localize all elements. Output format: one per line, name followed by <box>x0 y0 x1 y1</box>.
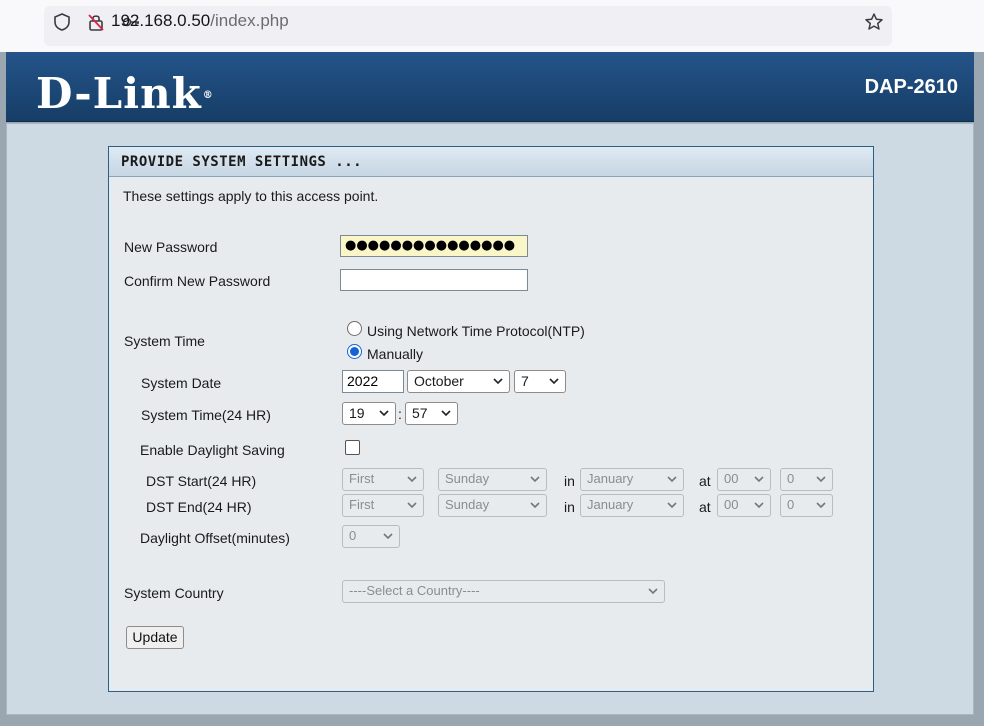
chevron-down-icon <box>441 410 451 417</box>
dst-start-weekday-value: Sunday <box>445 471 490 486</box>
daylight-saving-checkbox[interactable] <box>345 440 360 455</box>
system-time-label: System Time <box>124 333 205 349</box>
dst-start-week-select[interactable]: First <box>342 468 424 491</box>
dst-end-minute-value: 0 <box>787 497 795 512</box>
dst-start-month-select[interactable]: January <box>580 468 684 491</box>
dst-start-month-value: January <box>587 471 634 486</box>
new-password-label: New Password <box>124 239 218 255</box>
confirm-password-input[interactable] <box>340 269 528 291</box>
dst-end-minute-select[interactable]: 0 <box>780 494 833 517</box>
dst-end-week-value: First <box>349 497 375 512</box>
lock-crossed-icon[interactable] <box>86 12 106 32</box>
day-value: 7 <box>521 373 529 389</box>
dst-start-weekday-select[interactable]: Sunday <box>438 468 547 491</box>
chevron-down-icon <box>407 476 417 483</box>
chevron-down-icon <box>530 476 540 483</box>
month-select[interactable]: October <box>407 370 510 393</box>
intro-text: These settings apply to this access poin… <box>123 188 379 204</box>
dst-start-week-value: First <box>349 471 375 486</box>
year-input[interactable]: 2022 <box>342 370 404 393</box>
browser-toolbar: 192.168.0.50/index.php <box>0 0 984 52</box>
dst-end-label: DST End(24 HR) <box>146 499 252 515</box>
country-select[interactable]: ----Select a Country---- <box>342 580 665 603</box>
dst-end-hour-value: 00 <box>724 497 739 512</box>
dst-end-hour-select[interactable]: 00 <box>717 494 771 517</box>
daylight-offset-value: 0 <box>349 528 357 543</box>
chevron-down-icon <box>754 502 764 509</box>
shield-icon[interactable] <box>52 12 72 32</box>
model-name: DAP-2610 <box>864 76 958 98</box>
new-password-input[interactable]: ●●●●●●●●●●●●●●● <box>340 235 528 257</box>
dst-start-hour-select[interactable]: 00 <box>717 468 771 491</box>
dst-start-hour-value: 00 <box>724 471 739 486</box>
dst-end-month-select[interactable]: January <box>580 494 684 517</box>
header-banner: D-Link® DAP-2610 <box>6 52 974 122</box>
url-text[interactable]: 192.168.0.50/index.php <box>111 10 289 32</box>
chevron-down-icon <box>383 533 393 540</box>
panel-title: PROVIDE SYSTEM SETTINGS ... <box>109 147 873 177</box>
ntp-label: Using Network Time Protocol(NTP) <box>367 323 585 339</box>
chevron-down-icon <box>648 588 658 595</box>
chevron-down-icon <box>493 378 503 385</box>
dst-end-week-select[interactable]: First <box>342 494 424 517</box>
confirm-password-label: Confirm New Password <box>124 273 271 289</box>
chevron-down-icon <box>667 502 677 509</box>
dst-start-in-label: in <box>564 473 575 489</box>
minute-value: 57 <box>412 405 428 421</box>
settings-panel: PROVIDE SYSTEM SETTINGS ... These settin… <box>108 146 874 692</box>
daylight-offset-label: Daylight Offset(minutes) <box>140 530 290 546</box>
daylight-offset-select[interactable]: 0 <box>342 525 400 548</box>
dst-start-minute-value: 0 <box>787 471 795 486</box>
day-select[interactable]: 7 <box>514 370 566 393</box>
dst-end-weekday-value: Sunday <box>445 497 490 512</box>
dlink-logo: D-Link® <box>36 69 214 118</box>
dst-end-weekday-select[interactable]: Sunday <box>438 494 547 517</box>
chevron-down-icon <box>407 502 417 509</box>
system-date-label: System Date <box>141 375 222 391</box>
month-value: October <box>414 373 464 389</box>
chevron-down-icon <box>530 502 540 509</box>
chevron-down-icon <box>667 476 677 483</box>
star-icon[interactable] <box>864 12 884 32</box>
system-time-24-label: System Time(24 HR) <box>141 407 271 423</box>
chevron-down-icon <box>754 476 764 483</box>
manual-label: Manually <box>367 346 424 362</box>
time-separator: : <box>398 406 402 422</box>
dst-start-at-label: at <box>699 473 711 489</box>
chevron-down-icon <box>549 378 559 385</box>
hour-value: 19 <box>349 405 365 421</box>
minute-select[interactable]: 57 <box>405 402 458 425</box>
page: D-Link® DAP-2610 PROVIDE SYSTEM SETTINGS… <box>0 52 984 726</box>
dst-end-month-value: January <box>587 497 634 512</box>
chevron-down-icon <box>379 410 389 417</box>
content-area: PROVIDE SYSTEM SETTINGS ... These settin… <box>6 123 974 715</box>
ntp-radio[interactable] <box>347 321 362 336</box>
update-button[interactable]: Update <box>126 626 184 649</box>
hour-select[interactable]: 19 <box>342 402 396 425</box>
dst-start-minute-select[interactable]: 0 <box>780 468 833 491</box>
country-value: ----Select a Country---- <box>349 583 480 598</box>
chevron-down-icon <box>816 476 826 483</box>
dst-start-label: DST Start(24 HR) <box>146 473 257 489</box>
dst-end-at-label: at <box>699 499 711 515</box>
manual-radio[interactable] <box>347 344 362 359</box>
dst-end-in-label: in <box>564 499 575 515</box>
daylight-saving-label: Enable Daylight Saving <box>140 442 285 458</box>
chevron-down-icon <box>816 502 826 509</box>
system-country-label: System Country <box>124 585 224 601</box>
